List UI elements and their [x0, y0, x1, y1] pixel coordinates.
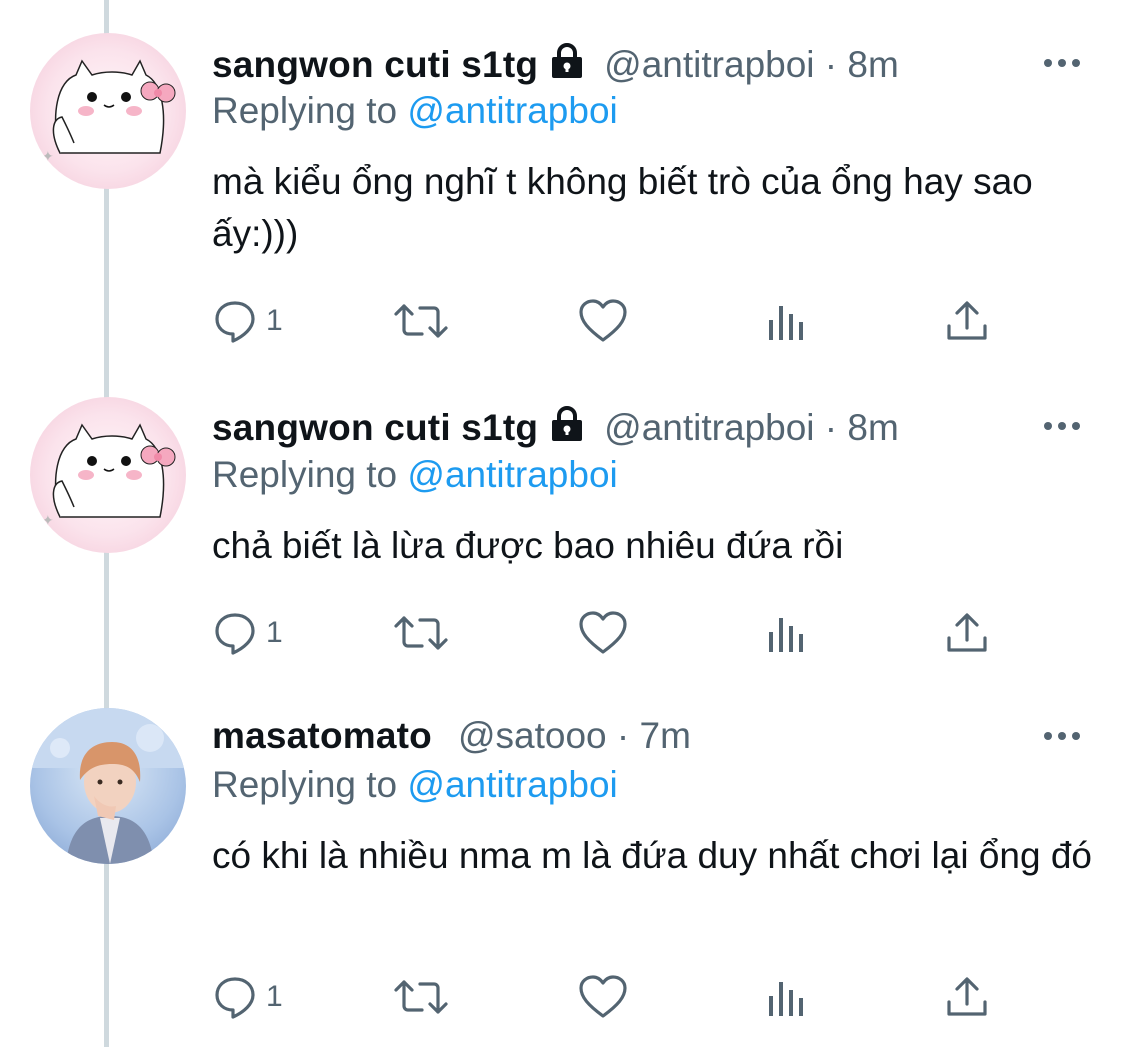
tweet-actions: 1	[212, 296, 1012, 346]
separator-dot: ·	[814, 407, 848, 448]
tweet-actions: 1	[212, 972, 1012, 1022]
reply-icon	[215, 301, 255, 343]
tweet[interactable]: ✦ sangwon cuti s1tg @antitrapboi · 8m Re…	[0, 380, 1125, 700]
tweet[interactable]: masatomato @satooo · 7m Replying to @ant…	[0, 700, 1125, 1047]
views-icon	[769, 306, 803, 340]
timestamp[interactable]: 8m	[847, 407, 898, 449]
avatar[interactable]: ✦	[30, 397, 186, 553]
tweet-text: có khi là nhiều nma m là đứa duy nhất ch…	[212, 835, 1092, 876]
reply-mention-link[interactable]: @antitrapboi	[407, 764, 617, 805]
avatar[interactable]: ✦	[30, 33, 186, 189]
reply-button[interactable]: 1	[212, 608, 283, 658]
user-handle[interactable]: @antitrapboi	[604, 407, 814, 449]
person-photo-avatar-image	[30, 708, 186, 864]
like-button[interactable]	[578, 972, 628, 1022]
lock-icon	[548, 42, 586, 88]
views-button[interactable]	[766, 972, 808, 1022]
tweet-header: masatomato @satooo · 7m	[212, 711, 691, 761]
svg-text:✦: ✦	[42, 512, 54, 528]
like-icon	[579, 299, 627, 342]
more-icon[interactable]	[1042, 419, 1082, 433]
tweet-header: sangwon cuti s1tg @antitrapboi · 8m	[212, 40, 899, 90]
like-icon	[579, 975, 627, 1018]
retweet-icon	[394, 980, 448, 1014]
views-button[interactable]	[766, 608, 808, 658]
tweet-header: sangwon cuti s1tg @antitrapboi · 8m	[212, 403, 899, 453]
replying-to: Replying to @antitrapboi	[212, 454, 618, 496]
lock-icon	[548, 405, 586, 451]
reply-icon	[215, 613, 255, 655]
display-name[interactable]: sangwon cuti s1tg	[212, 407, 538, 449]
retweet-button[interactable]	[392, 608, 450, 658]
timestamp[interactable]: 8m	[847, 44, 898, 86]
user-handle[interactable]: @satooo	[458, 715, 607, 757]
tweet-text: chả biết là lừa được bao nhiêu đứa rồi	[212, 525, 844, 566]
views-icon	[769, 982, 803, 1016]
retweet-icon	[394, 616, 448, 650]
more-icon[interactable]	[1042, 56, 1082, 70]
replying-to: Replying to @antitrapboi	[212, 764, 618, 806]
replying-to-label: Replying to	[212, 90, 408, 131]
retweet-icon	[394, 304, 448, 338]
retweet-button[interactable]	[392, 296, 450, 346]
reply-count: 1	[266, 304, 283, 337]
separator-dot: ·	[606, 715, 640, 756]
replying-to: Replying to @antitrapboi	[212, 90, 618, 132]
reply-mention-link[interactable]: @antitrapboi	[407, 90, 617, 131]
like-button[interactable]	[578, 296, 628, 346]
separator-dot: ·	[814, 44, 848, 85]
views-icon	[769, 618, 803, 652]
display-name[interactable]: masatomato	[212, 715, 432, 757]
tweet[interactable]: ✦ sangwon cuti s1tg @antitrapboi · 8m Re…	[0, 0, 1125, 380]
share-icon	[947, 613, 987, 652]
replying-to-label: Replying to	[212, 764, 408, 805]
share-icon	[947, 977, 987, 1016]
share-icon	[947, 301, 987, 340]
tweet-actions: 1	[212, 608, 1012, 658]
like-icon	[579, 611, 627, 654]
share-button[interactable]	[944, 296, 990, 346]
replying-to-label: Replying to	[212, 454, 408, 495]
more-icon[interactable]	[1042, 729, 1082, 743]
reply-button[interactable]: 1	[212, 296, 283, 346]
share-button[interactable]	[944, 608, 990, 658]
like-button[interactable]	[578, 608, 628, 658]
pink-cat-avatar-image: ✦	[42, 59, 176, 164]
user-handle[interactable]: @antitrapboi	[604, 44, 814, 86]
avatar[interactable]	[30, 708, 186, 864]
reply-count: 1	[266, 980, 283, 1013]
tweet-text: mà kiểu ổng nghĩ t không biết trò của ổn…	[212, 161, 1033, 254]
reply-button[interactable]: 1	[212, 972, 283, 1022]
views-button[interactable]	[766, 296, 808, 346]
svg-text:✦: ✦	[42, 148, 54, 164]
pink-cat-avatar-image: ✦	[42, 423, 176, 528]
timestamp[interactable]: 7m	[640, 715, 691, 757]
reply-icon	[215, 977, 255, 1019]
reply-mention-link[interactable]: @antitrapboi	[407, 454, 617, 495]
retweet-button[interactable]	[392, 972, 450, 1022]
reply-count: 1	[266, 616, 283, 649]
share-button[interactable]	[944, 972, 990, 1022]
display-name[interactable]: sangwon cuti s1tg	[212, 44, 538, 86]
